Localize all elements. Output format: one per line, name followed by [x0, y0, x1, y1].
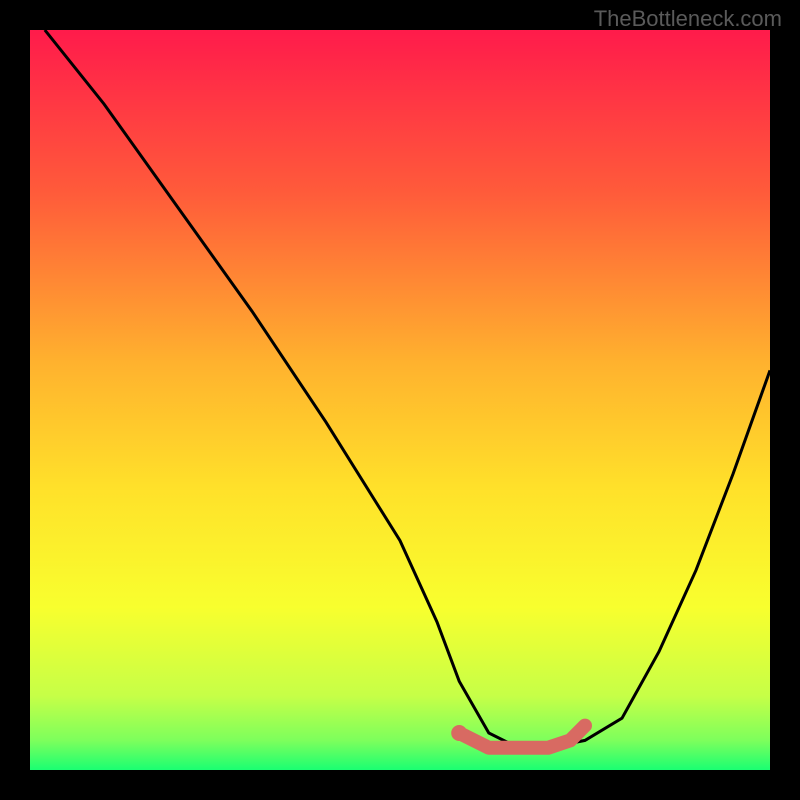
- highlight-start-dot: [451, 725, 467, 741]
- gradient-background: [30, 30, 770, 770]
- bottleneck-chart: [30, 30, 770, 770]
- chart-container: [30, 30, 770, 770]
- attribution-text: TheBottleneck.com: [594, 6, 782, 32]
